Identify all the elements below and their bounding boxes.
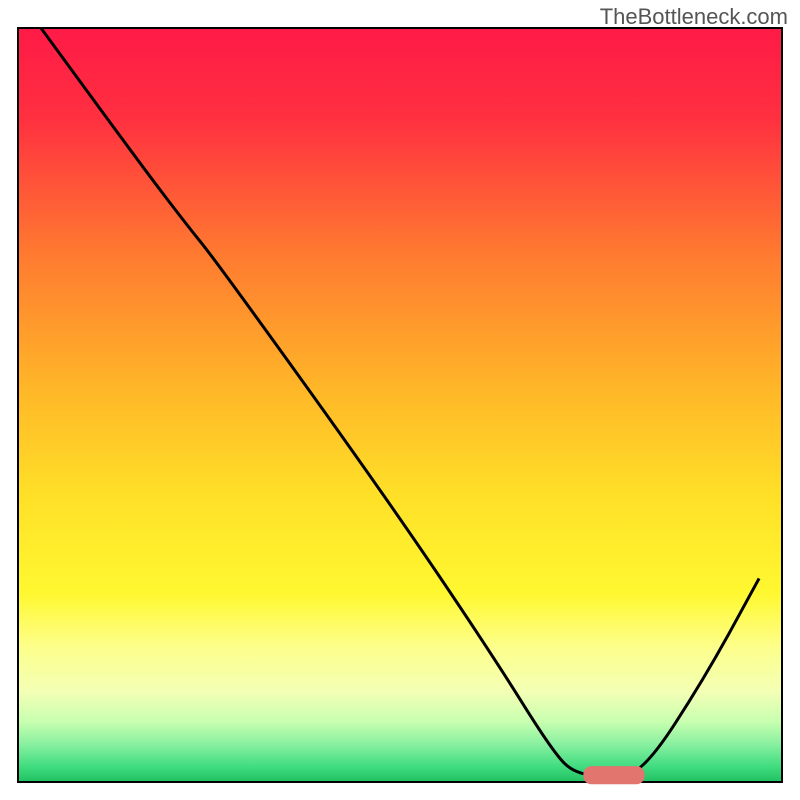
chart-container: TheBottleneck.com — [0, 0, 800, 800]
bottleneck-chart — [0, 0, 800, 800]
plot-background — [18, 28, 782, 782]
watermark-text: TheBottleneck.com — [600, 4, 788, 30]
optimal-range-marker — [583, 766, 644, 784]
